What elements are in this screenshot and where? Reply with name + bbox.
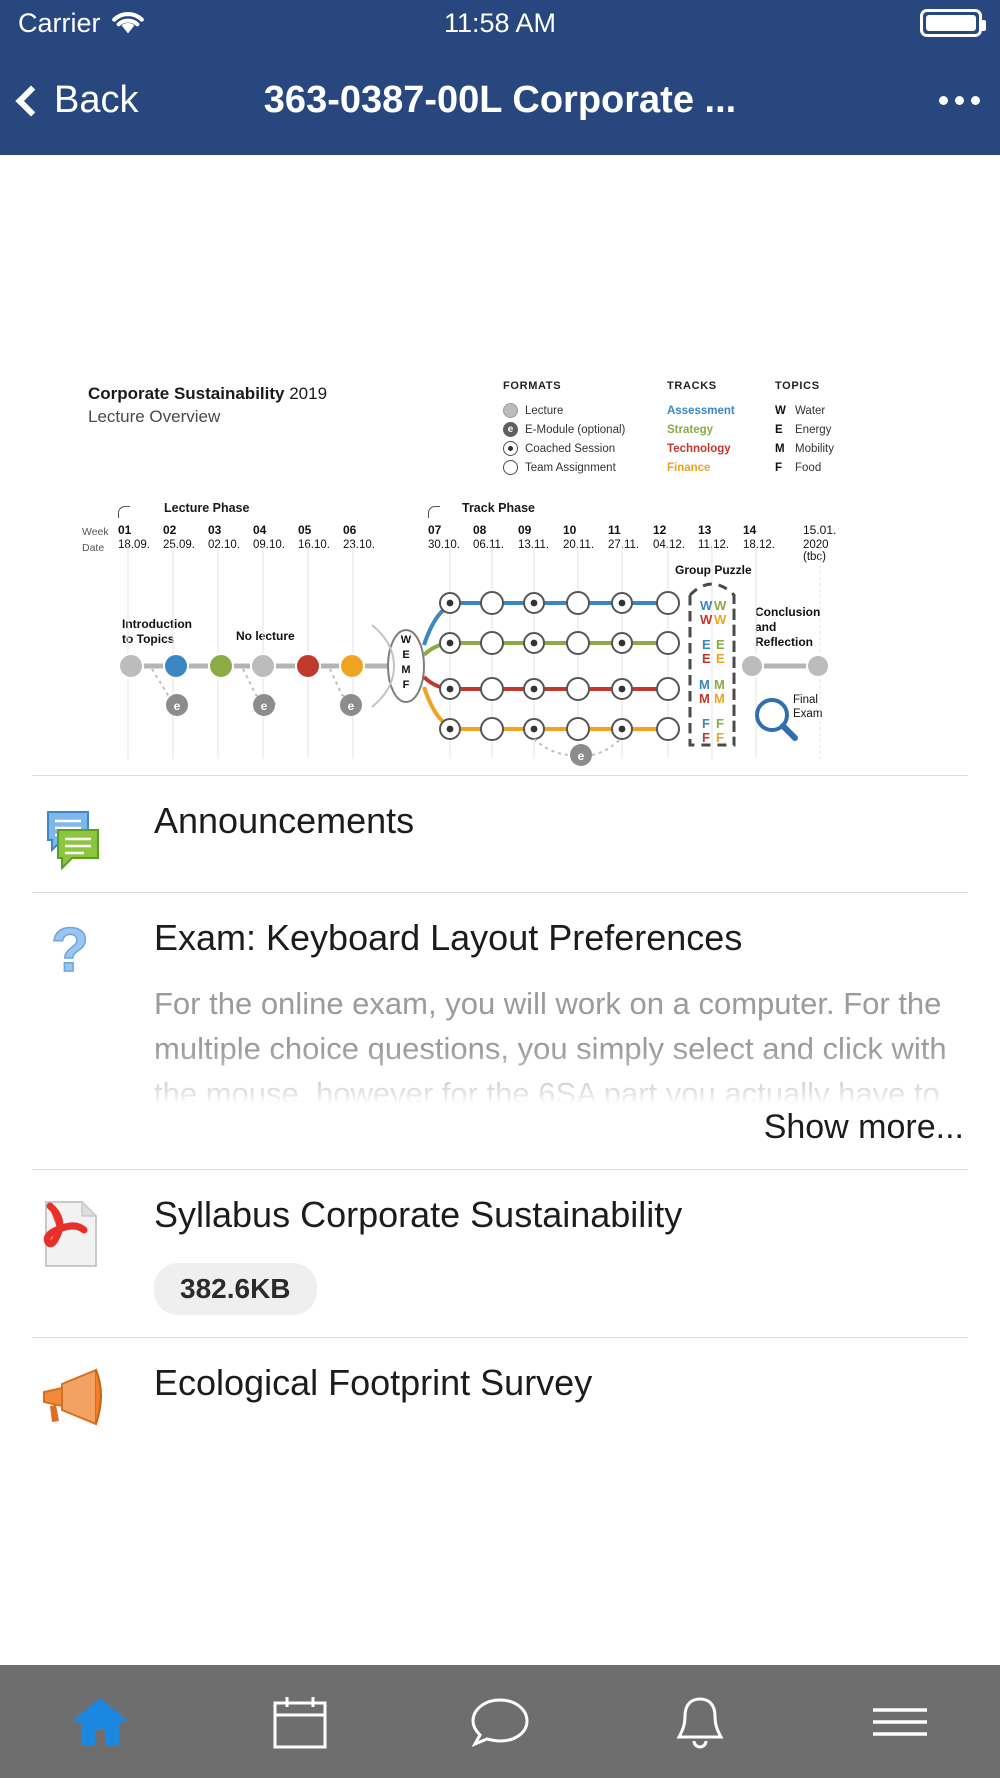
item-body: Syllabus Corporate Sustainability 382.6K… (154, 1192, 968, 1315)
emodule-nodes-lecture: e e e (166, 694, 362, 716)
svg-text:E: E (402, 649, 409, 661)
show-more-button[interactable]: Show more... (154, 1108, 968, 1147)
svg-text:M: M (401, 664, 410, 676)
svg-text:F: F (403, 679, 410, 691)
list-item-exam-keyboard-layout[interactable]: ? Exam: Keyboard Layout Preferences For … (0, 893, 1000, 1169)
svg-text:E: E (702, 651, 711, 666)
tab-calendar[interactable] (200, 1665, 400, 1778)
svg-text:e: e (348, 699, 355, 713)
svg-text:F: F (702, 716, 710, 731)
item-description: For the online exam, you will work on a … (154, 986, 947, 1104)
page-title: 363-0387-00L Corporate ... (263, 79, 737, 121)
icon-column (32, 1360, 154, 1428)
svg-text:F: F (702, 730, 710, 745)
dot-icon (955, 96, 964, 105)
wifi-icon (111, 12, 144, 34)
tab-messages[interactable] (400, 1665, 600, 1778)
tab-bar (0, 1665, 1000, 1778)
megaphone-icon (43, 1368, 102, 1426)
chat-icon (471, 1697, 529, 1747)
diagram-graphics: e e e W E M F e W W W W E E E E M M M M … (118, 547, 830, 766)
svg-text:M: M (699, 677, 710, 692)
svg-text:M: M (699, 691, 710, 706)
svg-text:e: e (578, 749, 585, 763)
back-button[interactable]: Back (15, 79, 139, 122)
group-puzzle-letters: WW WW EE EE MM MM FF FF (699, 598, 727, 745)
back-button-label: Back (54, 79, 139, 121)
chevron-left-icon (15, 84, 47, 117)
pdf-icon (43, 1200, 98, 1267)
tab-home[interactable] (0, 1665, 200, 1778)
home-icon (71, 1697, 129, 1746)
item-body: Announcements (154, 798, 968, 843)
calendar-icon (273, 1696, 327, 1748)
nav-bar: Back 363-0387-00L Corporate ... (0, 46, 1000, 155)
tab-menu[interactable] (800, 1665, 1000, 1778)
svg-text:e: e (174, 699, 181, 713)
status-bar-time: 11:58 AM (443, 7, 557, 38)
more-options-button[interactable] (939, 96, 980, 105)
question-icon: ? (50, 921, 89, 986)
svg-text:E: E (716, 651, 725, 666)
svg-text:?: ? (51, 921, 89, 985)
tab-notifications[interactable] (600, 1665, 800, 1778)
icon-column (32, 798, 154, 870)
file-size-badge: 382.6KB (154, 1263, 317, 1315)
svg-text:W: W (700, 612, 713, 627)
status-bar: Carrier 11:58 AM (0, 0, 1000, 46)
svg-text:W: W (401, 634, 412, 646)
item-title: Syllabus Corporate Sustainability (154, 1194, 683, 1235)
svg-text:W: W (700, 598, 713, 613)
course-items-list[interactable]: Announcements ? Exam: Keyboard Layout Pr… (0, 775, 1000, 1450)
item-body: Ecological Footprint Survey (154, 1360, 968, 1405)
list-item-syllabus[interactable]: Syllabus Corporate Sustainability 382.6K… (0, 1170, 1000, 1337)
svg-text:M: M (714, 677, 725, 692)
item-title: Announcements (154, 800, 415, 841)
status-bar-right (920, 9, 986, 37)
battery-icon (920, 9, 986, 37)
icon-column: ? (32, 915, 154, 991)
svg-text:M: M (714, 691, 725, 706)
svg-text:F: F (716, 716, 724, 731)
content-scroll-area[interactable]: Corporate Sustainability 2019 Lecture Ov… (0, 155, 1000, 1665)
carrier-label: Carrier (18, 7, 101, 38)
item-title: Ecological Footprint Survey (154, 1362, 593, 1403)
hamburger-icon (873, 1707, 927, 1736)
item-title: Exam: Keyboard Layout Preferences (154, 917, 743, 958)
list-item-ecological-footprint-survey[interactable]: Ecological Footprint Survey (0, 1338, 1000, 1450)
icon-column (32, 1192, 154, 1270)
svg-text:e: e (261, 699, 268, 713)
svg-text:E: E (716, 637, 725, 652)
bell-icon (676, 1696, 724, 1748)
announcements-icon (47, 811, 99, 870)
conclusion-spine (740, 654, 830, 678)
track-lines (422, 601, 676, 731)
dot-icon (939, 96, 948, 105)
status-bar-left: Carrier (18, 8, 145, 39)
course-overview-diagram[interactable]: Corporate Sustainability 2019 Lecture Ov… (0, 155, 1000, 775)
dot-icon (971, 96, 980, 105)
svg-text:W: W (714, 612, 727, 627)
final-exam-magnifier-icon (755, 698, 798, 741)
list-item-announcements[interactable]: Announcements (0, 776, 1000, 892)
svg-text:W: W (714, 598, 727, 613)
track-nodes (439, 591, 680, 741)
item-body: Exam: Keyboard Layout Preferences For th… (154, 915, 968, 1147)
svg-text:E: E (702, 637, 711, 652)
svg-text:F: F (716, 730, 724, 745)
